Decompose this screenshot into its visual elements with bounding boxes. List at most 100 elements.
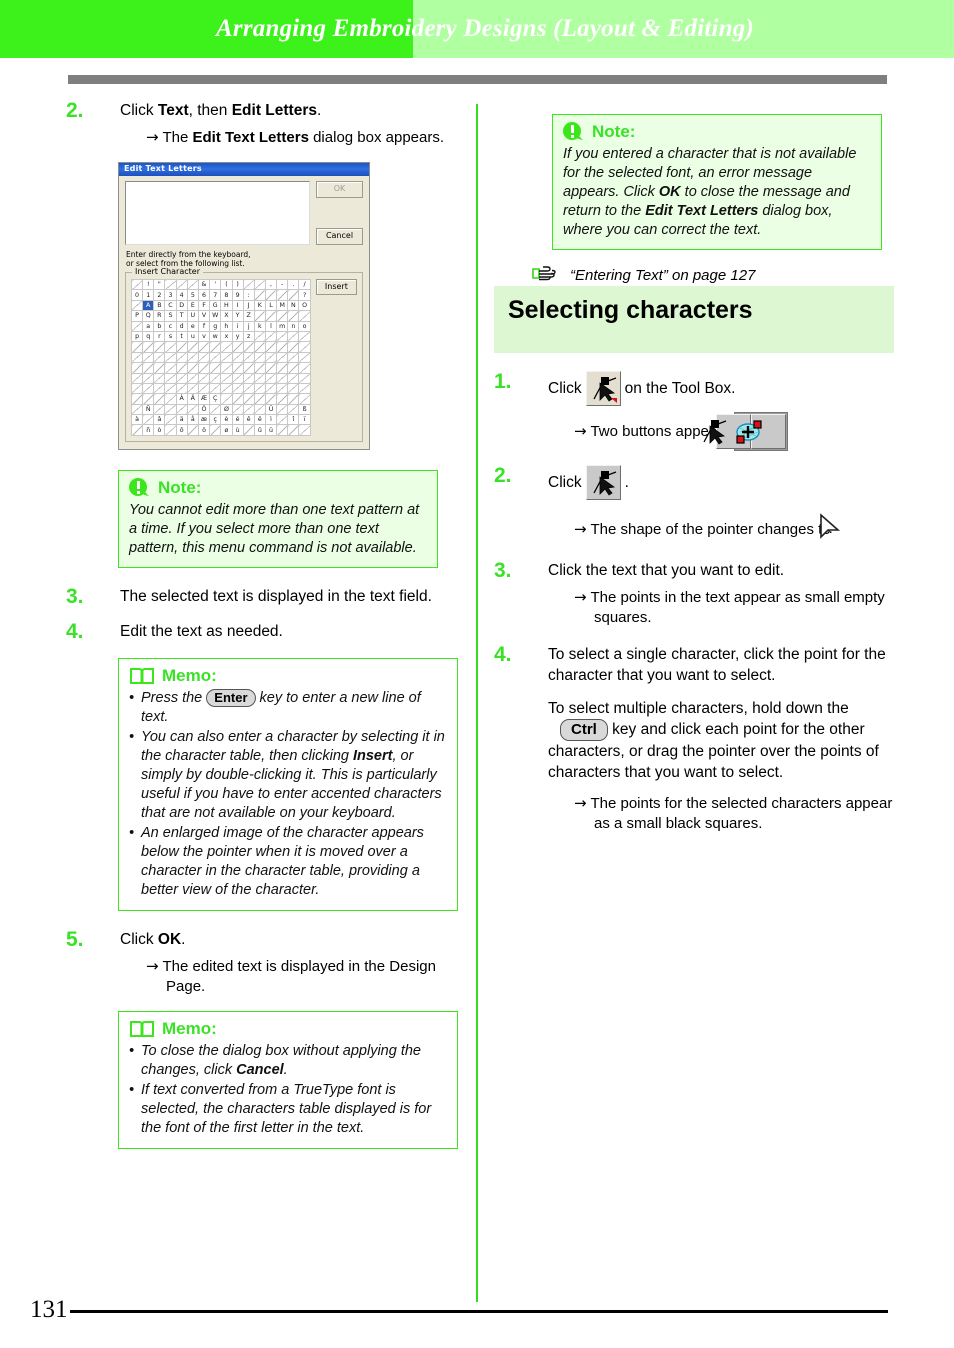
- character-cell-empty[interactable]: [197, 341, 211, 353]
- character-cell[interactable]: ù: [231, 424, 244, 436]
- character-cell-empty[interactable]: [287, 382, 300, 395]
- character-cell[interactable]: ï: [298, 414, 311, 426]
- character-cell-empty[interactable]: [276, 414, 289, 426]
- character-cell[interactable]: 2: [153, 289, 166, 301]
- character-cell[interactable]: 4: [175, 289, 188, 301]
- character-cell[interactable]: ì: [264, 414, 278, 426]
- character-cell[interactable]: P: [130, 310, 144, 322]
- character-cell-empty[interactable]: [209, 362, 222, 374]
- character-cell-empty[interactable]: [276, 289, 289, 301]
- character-cell-empty[interactable]: [164, 403, 177, 416]
- character-cell-empty[interactable]: [253, 289, 266, 301]
- character-cell-empty[interactable]: [164, 362, 177, 374]
- character-cell[interactable]: ,: [264, 278, 278, 291]
- character-cell[interactable]: Æ: [197, 393, 211, 405]
- character-cell-empty[interactable]: [209, 403, 222, 416]
- character-cell[interactable]: /: [298, 278, 311, 291]
- character-cell[interactable]: h: [220, 320, 233, 332]
- character-cell[interactable]: Ø: [220, 403, 233, 416]
- character-cell-empty[interactable]: [264, 393, 278, 405]
- character-cell-empty[interactable]: [153, 351, 166, 364]
- character-cell-empty[interactable]: [264, 362, 278, 374]
- character-cell-empty[interactable]: [276, 330, 289, 343]
- character-cell[interactable]: W: [209, 310, 222, 322]
- character-cell-empty[interactable]: [264, 310, 278, 322]
- character-cell[interactable]: a: [142, 320, 155, 332]
- character-cell[interactable]: &: [197, 278, 211, 291]
- character-cell-empty[interactable]: [209, 424, 222, 436]
- character-cell[interactable]: u: [186, 330, 199, 343]
- character-cell[interactable]: y: [231, 330, 244, 343]
- character-cell-empty[interactable]: [186, 362, 199, 374]
- character-cell-empty[interactable]: [186, 403, 199, 416]
- character-cell-empty[interactable]: [298, 351, 311, 364]
- character-cell[interactable]: l: [264, 320, 278, 332]
- character-cell[interactable]: ß: [298, 403, 311, 416]
- character-cell[interactable]: t: [175, 330, 188, 343]
- character-cell[interactable]: ': [209, 278, 222, 291]
- character-cell-empty[interactable]: [197, 362, 211, 374]
- character-cell[interactable]: m: [276, 320, 289, 332]
- character-cell-empty[interactable]: [276, 424, 289, 436]
- character-cell-empty[interactable]: [264, 351, 278, 364]
- character-cell[interactable]: B: [153, 299, 166, 312]
- character-cell[interactable]: s: [164, 330, 177, 343]
- character-cell-empty[interactable]: [287, 424, 300, 436]
- character-cell-empty[interactable]: [220, 382, 233, 395]
- character-cell-empty[interactable]: [209, 341, 222, 353]
- character-cell-empty[interactable]: [153, 372, 166, 384]
- character-cell-empty[interactable]: [164, 382, 177, 395]
- character-cell[interactable]: -: [276, 278, 289, 291]
- character-cell-empty[interactable]: [253, 372, 266, 384]
- character-cell[interactable]: c: [164, 320, 177, 332]
- character-cell-empty[interactable]: [253, 330, 266, 343]
- character-cell-empty[interactable]: [276, 351, 289, 364]
- character-cell-empty[interactable]: [142, 393, 155, 405]
- character-cell[interactable]: p: [130, 330, 144, 343]
- character-cell[interactable]: 7: [209, 289, 222, 301]
- character-cell-empty[interactable]: [220, 393, 233, 405]
- character-cell-empty[interactable]: [130, 424, 144, 436]
- character-cell-empty[interactable]: [253, 278, 266, 291]
- character-cell[interactable]: (: [220, 278, 233, 291]
- character-cell[interactable]: 3: [164, 289, 177, 301]
- character-cell-empty[interactable]: [231, 393, 244, 405]
- character-cell[interactable]: Ö: [197, 403, 211, 416]
- character-cell-empty[interactable]: [197, 351, 211, 364]
- character-cell-empty[interactable]: [231, 382, 244, 395]
- character-cell[interactable]: Z: [242, 310, 255, 322]
- cross-reference[interactable]: “Entering Text” on page 127: [532, 264, 894, 286]
- character-cell-empty[interactable]: [287, 393, 300, 405]
- character-cell-empty[interactable]: [186, 341, 199, 353]
- character-cell-empty[interactable]: [164, 351, 177, 364]
- character-cell-empty[interactable]: [298, 382, 311, 395]
- character-cell-empty[interactable]: [197, 382, 211, 395]
- character-cell-empty[interactable]: [153, 403, 166, 416]
- character-cell[interactable]: Q: [142, 310, 155, 322]
- character-cell[interactable]: q: [142, 330, 155, 343]
- character-cell-empty[interactable]: [164, 372, 177, 384]
- character-cell-empty[interactable]: [298, 310, 311, 322]
- character-cell-empty[interactable]: [142, 372, 155, 384]
- dialog-ok-button[interactable]: OK: [316, 181, 363, 198]
- character-cell-empty[interactable]: [276, 310, 289, 322]
- character-cell-empty[interactable]: [242, 278, 255, 291]
- character-cell-empty[interactable]: [142, 382, 155, 395]
- character-cell-empty[interactable]: [130, 278, 144, 291]
- character-cell-empty[interactable]: [220, 372, 233, 384]
- character-cell-empty[interactable]: [287, 310, 300, 322]
- character-cell-empty[interactable]: [175, 382, 188, 395]
- character-cell[interactable]: ç: [209, 414, 222, 426]
- character-cell-empty[interactable]: [276, 362, 289, 374]
- character-cell[interactable]: U: [186, 310, 199, 322]
- character-cell-empty[interactable]: [242, 403, 255, 416]
- character-cell-empty[interactable]: [209, 382, 222, 395]
- character-cell-empty[interactable]: [242, 393, 255, 405]
- character-cell-empty[interactable]: [130, 372, 144, 384]
- character-cell[interactable]: S: [164, 310, 177, 322]
- character-cell[interactable]: ): [231, 278, 244, 291]
- character-cell[interactable]: ?: [298, 289, 311, 301]
- character-cell-empty[interactable]: [242, 424, 255, 436]
- character-cell[interactable]: æ: [197, 414, 211, 426]
- character-cell-empty[interactable]: [253, 351, 266, 364]
